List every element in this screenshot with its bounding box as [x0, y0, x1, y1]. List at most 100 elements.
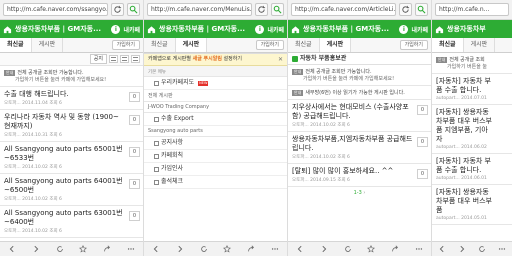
post-title[interactable]: All Ssangyong auto parts 65001번~6533번 — [4, 145, 125, 163]
tab-board[interactable]: 게시판 — [319, 38, 352, 52]
next-page-icon[interactable]: › — [363, 190, 365, 196]
list-item[interactable]: [자동차] 자동차 부품 수출 합니다. autopart... 2014.06… — [432, 154, 512, 185]
comment-count[interactable]: 0 — [417, 137, 428, 147]
post-title[interactable]: [자동차] 자동차 부품 수출 합니다. — [436, 157, 494, 175]
list-item[interactable]: All Ssangyong auto parts 64001번~6500번 오토… — [0, 174, 143, 206]
more-icon[interactable] — [127, 245, 135, 253]
list-item[interactable]: [자동차] 자동차 부품 수출 합니다. autopart... 2014.07… — [432, 74, 512, 105]
close-icon[interactable]: ✕ — [278, 54, 283, 65]
page-refresh-button[interactable] — [111, 3, 124, 16]
menu-item-all-boards[interactable]: 전체 게시판 — [144, 90, 287, 102]
menu-item-cafe-map[interactable]: 우리카페지도 NEW — [144, 77, 287, 90]
post-title[interactable]: [자동차] 자동차 부품 수출 합니다. — [436, 77, 494, 95]
cafe-name[interactable]: 쌍용자동차부품 | GM자동... — [15, 24, 108, 34]
my-cafe-link[interactable]: 내카페 — [123, 25, 140, 34]
menu-item-attendance[interactable]: 출석체크 — [144, 176, 287, 189]
forward-icon[interactable] — [32, 245, 40, 253]
cafe-name[interactable]: 쌍용자동차부 — [447, 24, 509, 34]
post-title[interactable]: All Ssangyong auto parts 63001번~6400번 — [4, 209, 125, 227]
tab-latest[interactable]: 최신글 — [0, 38, 32, 52]
search-button[interactable] — [271, 3, 284, 16]
share-icon[interactable] — [391, 245, 399, 253]
page-refresh-button[interactable] — [399, 3, 412, 16]
more-icon[interactable] — [271, 245, 279, 253]
more-icon[interactable] — [498, 245, 506, 253]
list-item[interactable]: All Ssangyong auto parts 65001번~6533번 오토… — [0, 142, 143, 174]
comment-count[interactable]: 0 — [129, 115, 140, 125]
tab-board[interactable]: 게시판 — [175, 38, 208, 52]
notice-filter-button[interactable]: 공지 — [89, 54, 107, 64]
home-icon[interactable] — [3, 25, 12, 34]
list-item[interactable]: [자동차] 쌍용자동차부품 대우 버스부품 autopart... 2014.0… — [432, 185, 512, 225]
back-icon[interactable] — [8, 245, 16, 253]
bookmark-star-icon[interactable] — [79, 245, 88, 253]
search-button[interactable] — [127, 3, 140, 16]
list-item[interactable]: 쌍용자동차부품,지엠자동차부품 공급해드립니다. 오토파... 2014.10.… — [288, 132, 431, 164]
list-view-button[interactable] — [109, 55, 118, 63]
back-icon[interactable] — [438, 245, 446, 253]
menu-item-notice[interactable]: 공지사항 — [144, 137, 287, 150]
post-title[interactable]: 쌍용자동차부품,지엠자동차부품 공급해드립니다. — [292, 135, 413, 153]
menu-item-rules[interactable]: 카페회칙 — [144, 150, 287, 163]
reload-icon[interactable] — [344, 245, 352, 253]
url-field[interactable]: http://m.cafe.n... — [435, 3, 509, 16]
post-title[interactable]: [자동차] 쌍용자동차부품 대우 버스부품 지엠부품, 기아자 — [436, 108, 494, 144]
tab-latest[interactable]: 최신글 — [432, 38, 464, 52]
join-button[interactable]: 가입하기 — [111, 40, 140, 50]
cafe-info-icon[interactable]: i — [111, 24, 121, 34]
page-refresh-button[interactable] — [255, 3, 268, 16]
cafe-info-icon[interactable]: i — [399, 24, 409, 34]
reload-icon[interactable] — [478, 245, 486, 253]
menu-item-greetings[interactable]: 가입인사 — [144, 163, 287, 176]
more-icon[interactable] — [415, 245, 423, 253]
cafe-name[interactable]: 쌍용자동차부품 | GM자동... — [303, 24, 396, 34]
my-cafe-link[interactable]: 내카페 — [267, 25, 284, 34]
list-item[interactable]: All Ssangyong auto parts 63001번~6400번 오토… — [0, 206, 143, 238]
tab-board[interactable]: 게시판 — [464, 38, 496, 52]
join-button[interactable]: 가입하기 — [255, 40, 284, 50]
comment-count[interactable]: 0 — [417, 105, 428, 115]
url-field[interactable]: http://m.cafe.naver.com/MenuLis... — [147, 3, 252, 16]
back-icon[interactable] — [152, 245, 160, 253]
bookmark-star-icon[interactable] — [223, 245, 232, 253]
list-item[interactable]: 지우상사에서는 현대모비스 (수출사양포함) 공급해드립니다. 오토파... 2… — [288, 100, 431, 132]
back-icon[interactable] — [296, 245, 304, 253]
cafe-name[interactable]: 쌍용자동차부품 | GM자동... — [159, 24, 252, 34]
my-cafe-link[interactable]: 내카페 — [411, 25, 428, 34]
page-range[interactable]: 1-3 — [354, 190, 362, 196]
share-icon[interactable] — [103, 245, 111, 253]
forward-icon[interactable] — [320, 245, 328, 253]
reload-icon[interactable] — [200, 245, 208, 253]
tab-latest[interactable]: 최신글 — [288, 38, 320, 52]
post-title[interactable]: 지우상사에서는 현대모비스 (수출사양포함) 공급해드립니다. — [292, 103, 413, 121]
post-title[interactable]: [자동차] 쌍용자동차부품 대우 버스부품 — [436, 188, 494, 215]
compact-view-button[interactable] — [120, 55, 129, 63]
grid-view-button[interactable] — [131, 55, 140, 63]
url-field[interactable]: http://m.cafe.naver.com/ssangyo... — [3, 3, 108, 16]
forward-icon[interactable] — [176, 245, 184, 253]
url-field[interactable]: http://m.cafe.naver.com/ArticleLi... — [291, 3, 396, 16]
reload-icon[interactable] — [56, 245, 64, 253]
post-title[interactable]: 우리나라 자동차 역사 및 동향 (1900~ 현재까지) — [4, 113, 125, 131]
home-icon[interactable] — [435, 25, 444, 34]
forward-icon[interactable] — [458, 245, 466, 253]
join-button[interactable]: 가입하기 — [399, 40, 428, 50]
app-promo-banner[interactable]: 카페앱으로 게시판별 새글 푸시알림 설정하기 ✕ — [144, 54, 287, 66]
tab-board[interactable]: 게시판 — [32, 38, 64, 52]
comment-count[interactable]: 0 — [129, 92, 140, 102]
post-title[interactable]: [탈퇴] 많이 많이 홍보하세요.. ^^ — [292, 167, 413, 176]
menu-item-export[interactable]: 수출 Export — [144, 113, 287, 126]
search-button[interactable] — [415, 3, 428, 16]
comment-count[interactable]: 0 — [129, 211, 140, 221]
post-title[interactable]: 수출 대행 해드립니다. — [4, 90, 125, 99]
cafe-info-icon[interactable]: i — [255, 24, 265, 34]
home-icon[interactable] — [147, 25, 156, 34]
comment-count[interactable]: 0 — [417, 169, 428, 179]
tab-latest[interactable]: 최신글 — [144, 38, 176, 52]
post-title[interactable]: All Ssangyong auto parts 64001번~6500번 — [4, 177, 125, 195]
comment-count[interactable]: 0 — [129, 147, 140, 157]
list-item[interactable]: [자동차] 쌍용자동차부품 대우 버스부품 지엠부품, 기아자 autopart… — [432, 105, 512, 154]
share-icon[interactable] — [247, 245, 255, 253]
list-item[interactable]: [탈퇴] 많이 많이 홍보하세요.. ^^ 오토파... 2014.09.15 … — [288, 164, 431, 187]
comment-count[interactable]: 0 — [129, 179, 140, 189]
